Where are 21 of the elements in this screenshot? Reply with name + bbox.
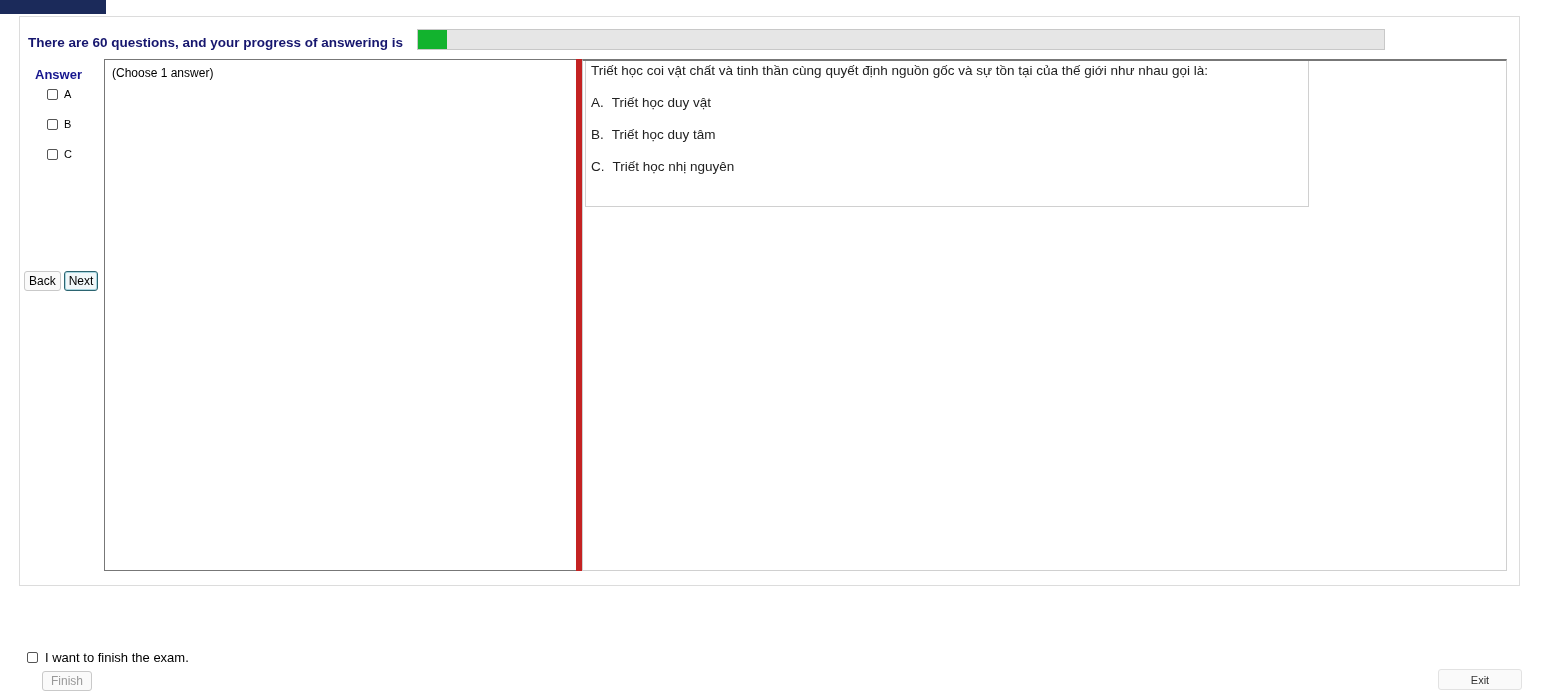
answer-checkbox[interactable] (47, 148, 58, 160)
exit-button[interactable]: Exit (1438, 669, 1522, 690)
progress-caption: There are 60 questions, and your progress of answering is (28, 34, 404, 50)
choice-letter: C. (591, 159, 605, 174)
choice-text: Triết học duy vật (611, 95, 712, 110)
choice-letter: B. (591, 127, 604, 142)
question-text: Triết học coi vật chất và tinh thần cùng quyết định nguồn gốc và sự tồn tại của thế giới như nhau gọi là: (591, 63, 1210, 78)
choice-text: Triết học nhị nguyên (612, 159, 735, 174)
option-label: A (64, 88, 72, 100)
answer-checkbox[interactable] (47, 118, 58, 130)
choice-letter: A. (591, 95, 604, 110)
finish-label: I want to finish the exam. (45, 650, 189, 665)
finish-checkbox[interactable] (27, 652, 38, 663)
choice-text: Triết học duy tâm (611, 127, 716, 142)
option-label: C (64, 148, 72, 160)
back-button[interactable]: Back (24, 271, 61, 291)
answer-checkbox[interactable] (47, 88, 58, 100)
answer-heading: Answer (35, 67, 82, 82)
instruction-text: (Choose 1 answer) (112, 66, 214, 80)
option-label: B (64, 118, 72, 130)
next-button[interactable]: Next (63, 271, 99, 291)
